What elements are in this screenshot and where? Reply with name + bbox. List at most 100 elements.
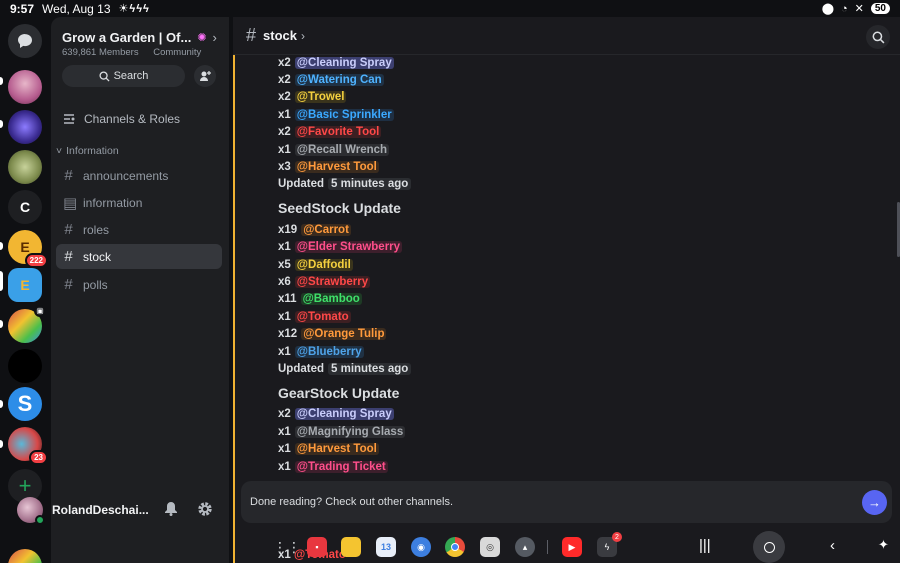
add-user-icon xyxy=(200,71,211,81)
back-nav-icon[interactable]: ‹ xyxy=(830,537,835,554)
app-discord-alt[interactable]: ϟ2 xyxy=(597,532,622,557)
app-calendar[interactable]: 13 xyxy=(376,537,396,557)
server-garden[interactable]: ▣ xyxy=(8,305,46,343)
stock-line: x1 @Recall Wrench xyxy=(278,141,878,158)
role-mention[interactable]: @Blueberry xyxy=(294,345,364,358)
app-chrome[interactable] xyxy=(445,537,465,557)
chevron-down-icon: ˅ xyxy=(56,145,63,157)
server-2[interactable] xyxy=(8,110,42,144)
quantity: x11 xyxy=(278,293,297,306)
updated-label: Updated xyxy=(278,178,324,191)
server-e2[interactable]: E xyxy=(8,268,42,302)
app-youtube[interactable]: ▶ xyxy=(562,537,582,557)
server-c[interactable]: C xyxy=(8,190,42,224)
member-count: 639,861 Members xyxy=(62,47,139,58)
direct-messages-button[interactable] xyxy=(8,24,42,58)
timestamp: 5 minutes ago xyxy=(328,362,412,375)
app-red[interactable]: ▪ xyxy=(307,537,327,557)
quantity: x2 xyxy=(278,408,291,421)
server-e1[interactable]: E 222 xyxy=(8,230,48,268)
stock-line: x11 @Bamboo xyxy=(278,291,878,308)
channel-roles[interactable]: # roles xyxy=(56,217,222,242)
role-mention[interactable]: @Strawberry xyxy=(294,275,371,288)
date: Wed, Aug 13 xyxy=(42,1,111,16)
role-mention[interactable]: @Daffodil xyxy=(294,258,353,271)
role-mention[interactable]: @Basic Sprinkler xyxy=(294,108,394,121)
channel-header[interactable]: # stock › xyxy=(233,17,900,55)
highlight-bar xyxy=(233,55,235,563)
app-recent[interactable]: ▴ xyxy=(515,537,535,557)
stock-line: x1 @Blueberry xyxy=(278,343,878,360)
server-letter: E xyxy=(20,277,30,293)
app-notes[interactable] xyxy=(341,537,361,557)
quantity: x1 xyxy=(278,425,291,438)
server-s[interactable]: S xyxy=(8,387,42,421)
stock-line: x2 @Cleaning Spray xyxy=(278,54,878,71)
role-mention[interactable]: @Favorite Tool xyxy=(294,126,382,139)
plus-icon: + xyxy=(18,473,32,498)
channel-information[interactable]: ▤ information xyxy=(56,190,222,215)
role-mention[interactable]: @Orange Tulip xyxy=(301,328,387,341)
role-mention[interactable]: @Carrot xyxy=(301,223,351,236)
channel-stock[interactable]: # stock xyxy=(56,244,222,269)
server-1[interactable] xyxy=(8,70,42,104)
channel-announcements[interactable]: # announcements xyxy=(56,163,222,188)
channel-polls[interactable]: # polls xyxy=(56,272,222,297)
chat-area: # stock › x2 @Cleaning Spray x2 @Watering C… xyxy=(233,17,900,563)
server-black[interactable] xyxy=(8,349,42,383)
role-mention[interactable]: @Elder Strawberry xyxy=(294,241,403,254)
role-mention[interactable]: @Cleaning Spray xyxy=(294,408,394,421)
stock-line: x1 @Trading Ticket xyxy=(278,458,878,475)
apps-grid-icon[interactable]: ⋮⋮ xyxy=(273,537,301,557)
wifi-icon: ◔ xyxy=(841,2,848,15)
role-mention[interactable]: @Watering Can xyxy=(294,74,384,87)
channels-roles-label: Channels & Roles xyxy=(84,111,181,126)
search-button[interactable]: Search xyxy=(62,65,185,87)
app-messages[interactable]: ◉ xyxy=(411,537,431,557)
search-icon xyxy=(99,70,110,82)
category-information[interactable]: ˅ Information xyxy=(56,145,119,157)
user-panel[interactable]: RolandDeschai... xyxy=(17,490,229,530)
home-nav-button[interactable] xyxy=(753,531,785,563)
role-mention[interactable]: @Harvest Tool xyxy=(294,161,379,174)
stock-line: x1 @Elder Strawberry xyxy=(278,239,878,256)
arrow-right-button[interactable]: → xyxy=(862,490,887,515)
hash-icon: # xyxy=(64,276,73,293)
role-mention[interactable]: @Recall Wrench xyxy=(294,143,390,156)
role-mention[interactable]: @Magnifying Glass xyxy=(294,425,406,438)
location-icon: ⬤ xyxy=(821,3,834,15)
hash-icon: # xyxy=(64,221,73,238)
server-game[interactable]: 23 xyxy=(8,427,48,465)
channels-roles-button[interactable]: Channels & Roles xyxy=(56,106,222,131)
role-mention[interactable]: @Cleaning Spray xyxy=(294,56,394,69)
bell-icon[interactable] xyxy=(164,501,178,520)
channel-label: roles xyxy=(83,222,110,237)
category-label: Information xyxy=(66,145,119,157)
role-mention[interactable]: @Trowel xyxy=(294,91,347,104)
server-3[interactable] xyxy=(8,150,42,184)
recents-nav-icon[interactable]: ||| xyxy=(699,537,711,554)
server-letter: S xyxy=(17,391,33,416)
boost-icon: ✺ xyxy=(197,32,207,44)
chat-bubble-icon xyxy=(18,34,32,48)
gear-icon[interactable] xyxy=(197,501,213,521)
invite-button[interactable] xyxy=(194,65,216,87)
role-mention[interactable]: @Harvest Tool xyxy=(294,443,379,456)
stock-line: x5 @Daffodil xyxy=(278,256,878,273)
role-mention[interactable]: @Tomato xyxy=(294,310,351,323)
unread-pill xyxy=(0,440,3,448)
guild-header[interactable]: Grow a Garden | Of... ✺ › xyxy=(62,30,217,45)
quantity: x1 xyxy=(278,443,291,456)
role-mention[interactable]: @Trading Ticket xyxy=(294,460,388,473)
channel-title: stock xyxy=(263,28,297,43)
search-icon[interactable] xyxy=(866,25,890,49)
done-reading-banner[interactable]: Done reading? Check out other channels. … xyxy=(241,481,892,523)
app-camera[interactable]: ◎ xyxy=(480,537,500,557)
avatar[interactable] xyxy=(17,497,45,525)
username: RolandDeschai... xyxy=(52,503,149,517)
server-partial[interactable] xyxy=(8,549,42,563)
quantity: x1 xyxy=(278,108,291,121)
unread-pill xyxy=(0,120,3,128)
role-mention[interactable]: @Bamboo xyxy=(300,293,362,306)
accessibility-icon[interactable]: ✦ xyxy=(878,537,889,553)
